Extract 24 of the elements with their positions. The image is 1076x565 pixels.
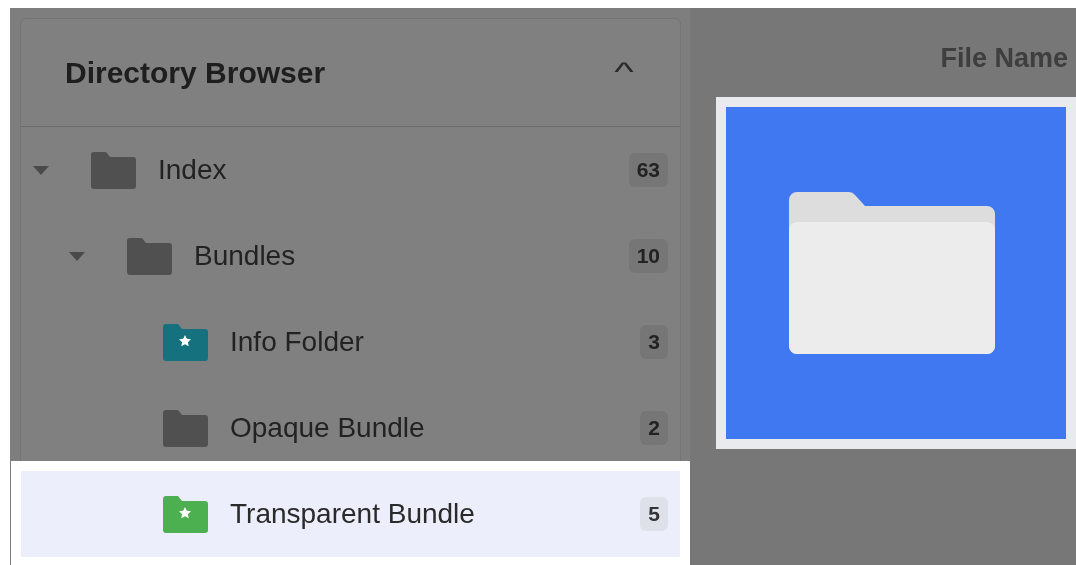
tree-item[interactable]: Index 63 (21, 127, 680, 213)
item-label: Bundles (194, 239, 297, 273)
item-label: Index (158, 153, 228, 187)
collapse-button[interactable]: ^ (614, 53, 634, 92)
folder-icon (789, 191, 995, 354)
count-badge: 3 (640, 325, 668, 359)
folder-icon (91, 151, 136, 189)
item-label: Info Folder (230, 325, 365, 359)
tree-item[interactable]: Info Folder 3 (21, 299, 680, 385)
folder-icon (163, 409, 208, 447)
count-badge: 10 (628, 239, 668, 273)
column-header[interactable]: File Name (940, 38, 1076, 79)
caret-down-icon[interactable] (33, 165, 49, 175)
tree-item[interactable]: Opaque Bundle 2 (21, 385, 680, 471)
tree-item[interactable]: Bundles 10 (21, 213, 680, 299)
count-badge: 63 (628, 153, 668, 187)
item-label: Transparent Bundle (230, 497, 476, 531)
folder-tile[interactable] (716, 96, 1076, 449)
caret-down-icon[interactable] (69, 251, 85, 261)
count-badge: 2 (640, 411, 668, 445)
folder-icon (127, 237, 172, 275)
panel-title: Directory Browser (65, 55, 326, 91)
count-badge: 5 (640, 497, 668, 531)
item-label: Opaque Bundle (230, 411, 426, 445)
